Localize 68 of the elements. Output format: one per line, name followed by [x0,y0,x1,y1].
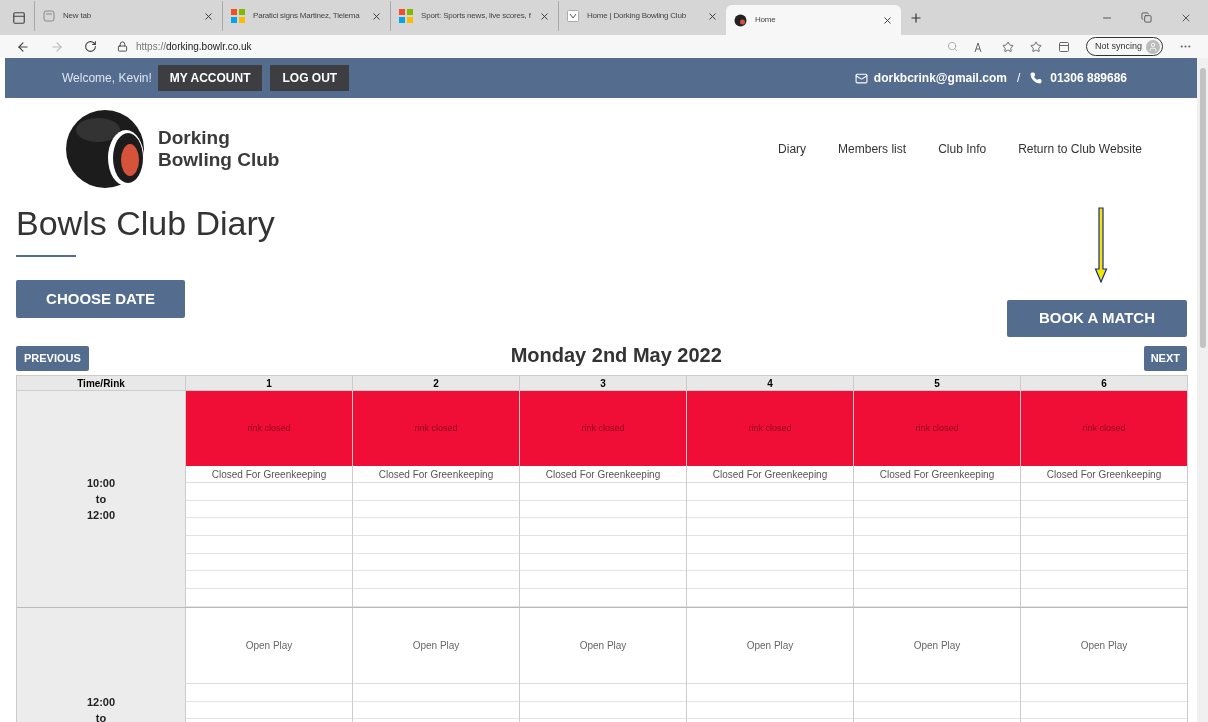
browser-tab[interactable]: Home [726,5,901,35]
next-button[interactable]: NEXT [1143,346,1187,371]
account-button[interactable]: MY ACCOUNT [157,65,263,91]
greenkeeping-cell: Closed For Greenkeeping [353,466,519,483]
restore-icon[interactable] [1141,12,1152,23]
site-icon [567,10,579,22]
open-play-cell[interactable]: Open Play [687,607,853,684]
browser-tab[interactable]: Paratici signs Martinez, Tielema [222,1,390,31]
welcome-text: Welcome, Kevin! [62,70,152,87]
close-icon[interactable] [203,10,214,22]
close-icon[interactable] [882,14,893,26]
browser-tab[interactable]: New tab [34,1,222,31]
close-icon[interactable] [539,10,550,22]
time-text: 12:00 [86,694,116,710]
time-text: 12:00 [86,507,116,523]
time-text: to [95,491,107,507]
profile-icon [1146,39,1160,54]
mail-icon [854,71,868,85]
browser-tab[interactable]: Sport: Sports news, live scores, f [390,1,558,31]
separator-text: / [1016,70,1021,87]
choose-date-button[interactable]: CHOOSE DATE [16,280,185,318]
tab-actions-icon[interactable] [12,10,26,25]
open-play-cell[interactable]: Open Play [520,607,686,684]
browser-tab[interactable]: Home | Dorking Bowling Club [558,1,726,31]
nav-link[interactable]: Members list [838,140,907,158]
open-play-cell[interactable]: Open Play [1021,607,1187,684]
previous-button[interactable]: PREVIOUS [16,346,89,371]
reload-icon[interactable] [84,40,97,53]
nav-link[interactable]: Club Info [938,140,987,158]
back-icon[interactable] [16,39,30,54]
page-icon [43,10,55,22]
favorites-icon[interactable] [1029,40,1042,53]
greenkeeping-cell: Closed For Greenkeeping [1021,466,1187,483]
phone-icon [1030,72,1043,84]
tab-title: Home | Dorking Bowling Club [587,10,687,22]
open-play-cell[interactable]: Open Play [353,607,519,684]
nav-link[interactable]: Return to Club Website [1018,140,1142,158]
phone-link[interactable]: 01306 889686 [1050,69,1127,87]
grid-icon [231,9,245,23]
greenkeeping-cell: Closed For Greenkeeping [186,466,352,483]
url-text[interactable]: https://dorking.bowlr.co.uk [136,39,252,54]
scrollbar[interactable] [1197,58,1208,722]
tab-title: New tab [63,10,92,22]
club-name: Dorking [158,127,231,149]
tab-title: Sport: Sports news, live scores, f [421,10,531,22]
book-match-button[interactable]: BOOK A MATCH [1007,300,1187,337]
account-button[interactable]: LOG OUT [270,65,350,91]
email-link[interactable]: dorkbcrink@gmail.com [873,69,1007,87]
favorite-icon[interactable] [1001,40,1014,53]
close-icon[interactable] [707,10,718,22]
open-play-cell[interactable]: Open Play [854,607,1020,684]
tab-title: Home [755,14,777,26]
date-heading: Monday 2nd May 2022 [510,343,722,368]
close-icon[interactable] [371,10,382,22]
grid-icon [399,9,413,23]
tab-title: Paratici signs Martinez, Tielema [253,10,361,22]
time-text: to [95,710,107,722]
page-title: Bowls Club Diary [16,203,276,243]
new-tab-icon[interactable] [909,10,923,25]
lock-icon [117,41,128,52]
open-play-cell[interactable]: Open Play [186,607,352,684]
club-name: Bowling Club [158,149,280,171]
greenkeeping-cell: Closed For Greenkeeping [854,466,1020,483]
time-text: 10:00 [86,475,116,491]
greenkeeping-cell: Closed For Greenkeeping [520,466,686,483]
greenkeeping-cell: Closed For Greenkeeping [687,466,853,483]
nav-link[interactable]: Diary [778,140,807,158]
ball-icon [734,13,747,27]
